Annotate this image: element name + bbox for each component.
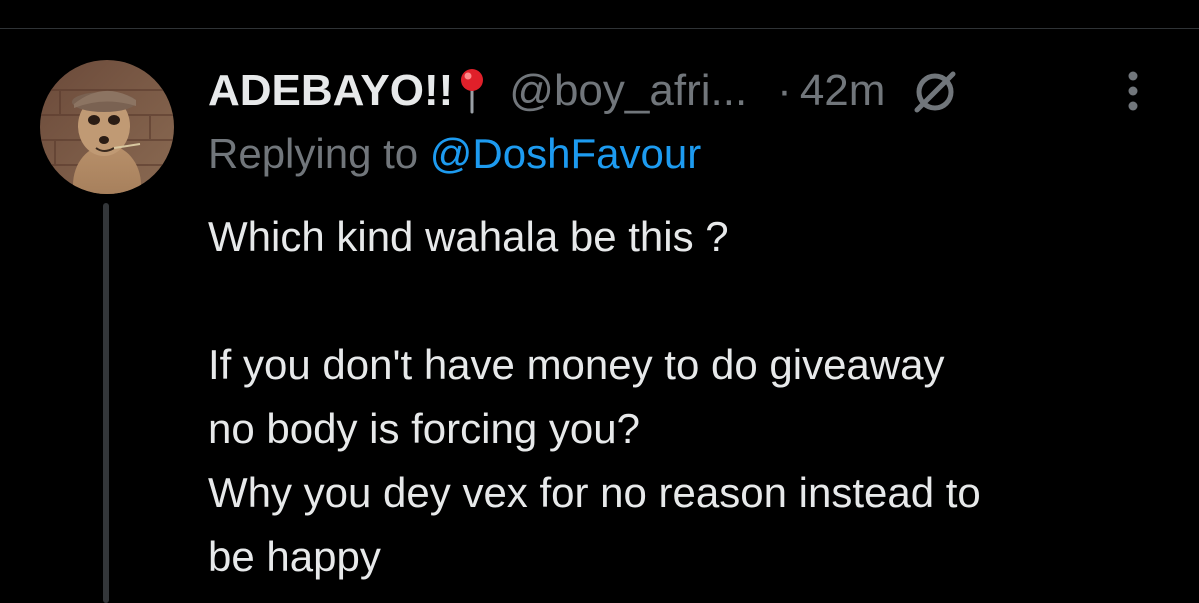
thread-line — [103, 203, 109, 603]
user-handle[interactable]: @boy_afri... — [509, 66, 747, 116]
replying-to-handle[interactable]: @DoshFavour — [430, 130, 701, 177]
display-name[interactable]: ADEBAYO!! — [208, 66, 453, 116]
tweet-text-line: If you don't have money to do giveaway — [208, 341, 945, 388]
tweet-header: ADEBAYO!! @boy_afri... · 42m — [208, 60, 959, 122]
grok-icon[interactable] — [911, 67, 959, 115]
meerkat-avatar-image — [40, 60, 174, 194]
more-options-icon[interactable] — [1118, 68, 1148, 114]
avatar[interactable] — [40, 60, 174, 194]
timestamp[interactable]: 42m — [800, 66, 886, 116]
replying-to-label: Replying to — [208, 130, 419, 177]
tweet-text-line: no body is forcing you? — [208, 405, 640, 452]
tweet-text-line: Why you dey vex for no reason instead to — [208, 469, 981, 516]
separator-dot: · — [777, 66, 792, 115]
replying-to-line: Replying to @DoshFavour — [208, 130, 701, 178]
round-pushpin-icon — [457, 66, 487, 116]
tweet-text: Which kind wahala be this ? If you don't… — [208, 205, 1168, 589]
tweet-text-line: be happy — [208, 533, 381, 580]
tweet-text-line: Which kind wahala be this ? — [208, 213, 729, 260]
top-divider — [0, 28, 1199, 29]
